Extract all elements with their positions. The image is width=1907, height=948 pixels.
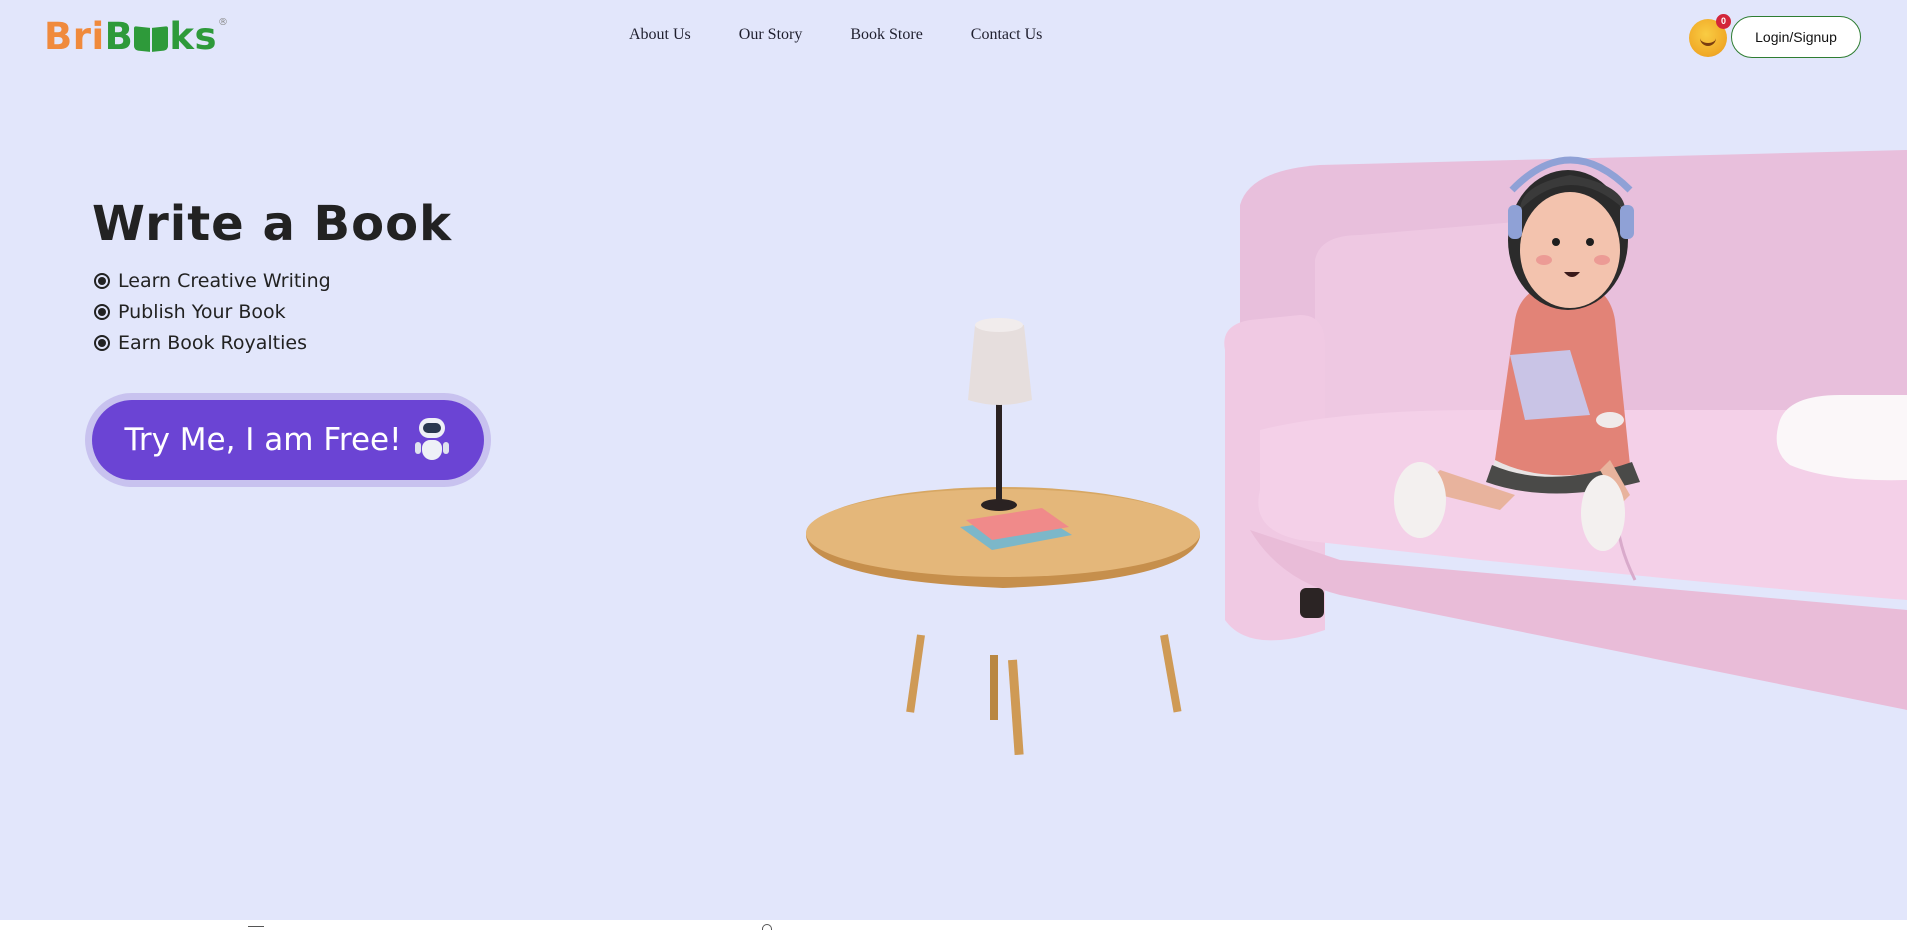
feature-label: Publish Your Book <box>118 300 286 323</box>
logo-text-bri: Bri <box>44 15 105 58</box>
radio-bullet-icon <box>94 303 110 320</box>
bottom-section-edge <box>0 920 1907 948</box>
feature-label: Earn Book Royalties <box>118 331 307 354</box>
main-nav: About Us Our Story Book Store Contact Us <box>629 26 1090 44</box>
feature-item: Publish Your Book <box>94 296 331 327</box>
logo-text-ks: ks <box>169 15 217 58</box>
login-signup-button[interactable]: Login/Signup <box>1731 16 1861 58</box>
feature-label: Learn Creative Writing <box>118 269 331 292</box>
radio-bullet-icon <box>94 334 110 351</box>
girl-on-sofa-illustration <box>806 150 1907 756</box>
feature-item: Earn Book Royalties <box>94 327 331 358</box>
robot-icon <box>412 416 452 464</box>
feature-list: Learn Creative Writing Publish Your Book… <box>94 265 331 358</box>
nav-about-us[interactable]: About Us <box>629 26 691 44</box>
try-me-free-button[interactable]: Try Me, I am Free! <box>92 400 484 480</box>
radio-bullet-icon <box>94 272 110 289</box>
bribooks-logo[interactable]: Bri B ks ® <box>44 15 229 58</box>
registered-mark: ® <box>217 17 229 28</box>
cta-label: Try Me, I am Free! <box>124 422 402 458</box>
navbar: Bri B ks ® About Us Our Story Book Store… <box>0 0 1907 74</box>
partial-icon <box>762 924 772 930</box>
hero-title: Write a Book <box>92 196 452 252</box>
partial-icon <box>248 926 264 929</box>
user-avatar[interactable]: 0 <box>1689 14 1731 57</box>
nav-our-story[interactable]: Our Story <box>739 26 803 44</box>
nav-contact-us[interactable]: Contact Us <box>971 26 1043 44</box>
nav-book-store[interactable]: Book Store <box>850 26 922 44</box>
feature-item: Learn Creative Writing <box>94 265 331 296</box>
notification-badge: 0 <box>1716 14 1731 29</box>
logo-text-b: B <box>104 15 134 58</box>
open-book-icon <box>134 25 169 52</box>
